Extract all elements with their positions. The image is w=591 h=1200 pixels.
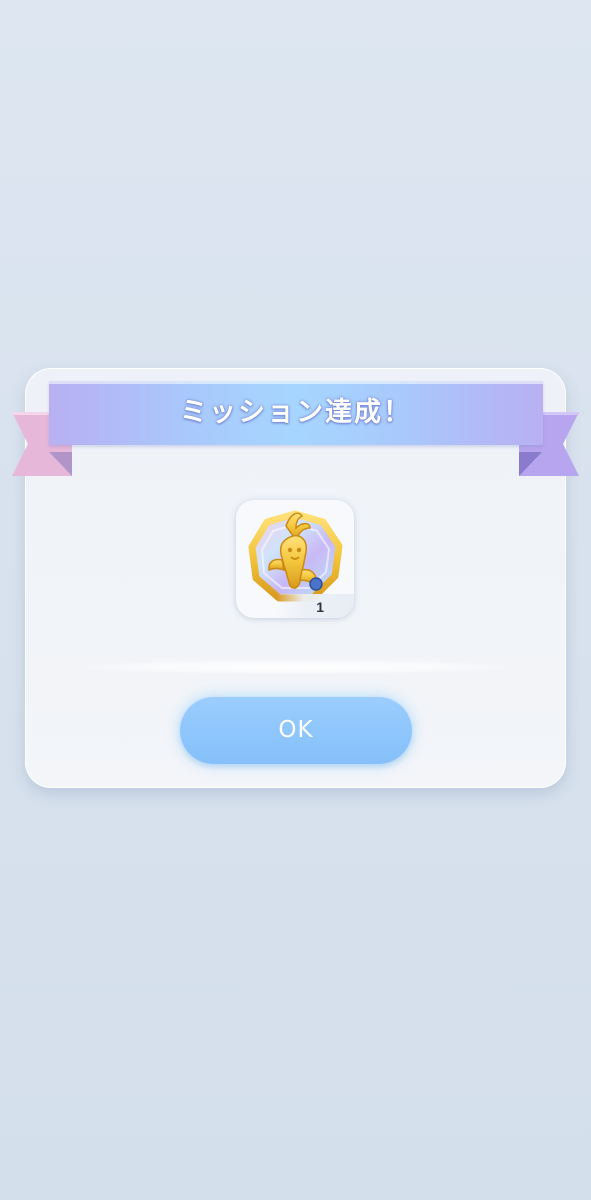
ok-button[interactable]: OK xyxy=(180,697,412,764)
ok-button-label: OK xyxy=(278,717,314,743)
dialog-title: ミッション達成！ xyxy=(180,397,412,428)
quantity-tag xyxy=(276,594,354,618)
divider-glow xyxy=(80,660,511,674)
title-banner: ミッション達成！ xyxy=(49,381,543,445)
reward-item-card[interactable]: 1 xyxy=(236,500,354,618)
reward-quantity: 1 xyxy=(316,599,324,615)
